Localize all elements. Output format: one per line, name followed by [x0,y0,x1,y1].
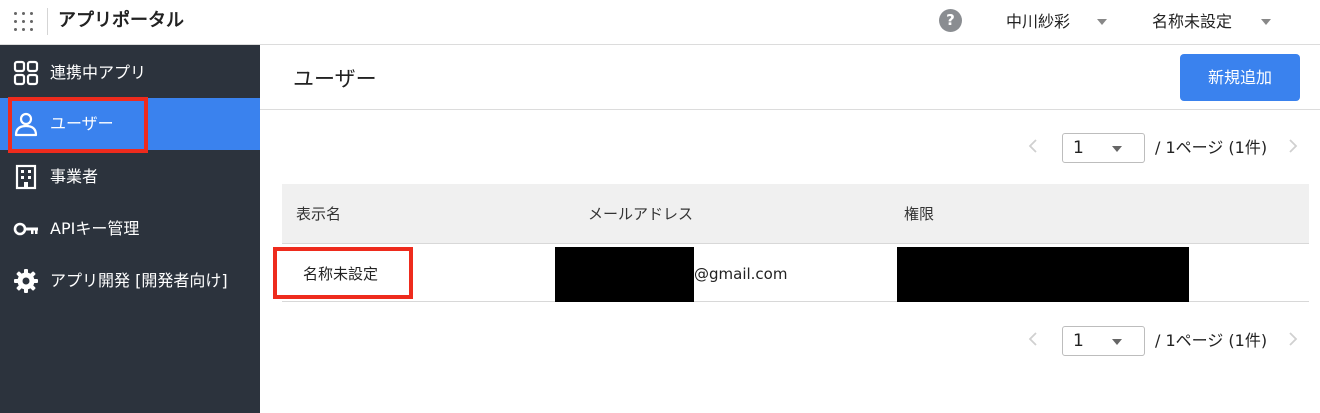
add-user-button[interactable]: 新規追加 [1180,54,1300,101]
org-menu-chevron-down-icon[interactable] [1261,19,1271,25]
pagination-top: 1 / 1ページ (1件) [1020,133,1320,163]
sidebar-item-label: 事業者 [50,167,99,186]
chevron-right-icon[interactable] [1288,138,1298,154]
table-row[interactable]: 名称未設定 @gmail.com [282,244,1309,302]
page-select[interactable]: 1 [1062,326,1145,356]
redacted-role [897,247,1189,302]
topbar-divider [47,8,48,35]
user-name: 中川紗彩 [1006,12,1071,31]
gear-icon [14,269,38,293]
org-menu[interactable]: 名称未設定 [1152,11,1232,33]
chevron-down-icon [1112,146,1122,152]
user-menu[interactable]: 中川紗彩 [1006,11,1070,33]
table-header: 表示名 メールアドレス 権限 [282,184,1309,244]
sidebar-item-label: 連携中アプリ [50,63,147,82]
page-select[interactable]: 1 [1062,133,1145,163]
page-header: ユーザー 新規追加 [260,45,1320,110]
sidebar: 連携中アプリ ユーザー 事業者 APIキー管理 アプリ開発 [開発者向け] [0,45,260,413]
highlight-box-users-nav [8,97,148,153]
chevron-left-icon[interactable] [1028,331,1038,347]
sidebar-item-label: APIキー管理 [50,219,140,238]
user-menu-chevron-down-icon[interactable] [1097,19,1107,25]
sidebar-item-label: アプリ開発 [開発者向け] [50,271,228,290]
building-icon [15,164,37,190]
highlight-box-display-name [273,247,413,299]
pagination-info: / 1ページ (1件) [1155,138,1268,157]
sidebar-item-business[interactable]: 事業者 [0,151,260,203]
page-title: ユーザー [293,67,377,91]
column-header-email: メールアドレス [588,205,694,223]
column-header-role: 権限 [904,205,935,223]
app-launcher-icon[interactable] [12,10,36,34]
pagination-bottom: 1 / 1ページ (1件) [1020,326,1320,356]
sidebar-item-app-dev[interactable]: アプリ開発 [開発者向け] [0,255,260,307]
sidebar-item-apps[interactable]: 連携中アプリ [0,47,260,99]
pagination-info: / 1ページ (1件) [1155,331,1268,350]
key-icon [13,222,38,236]
main-content: ユーザー 新規追加 1 / 1ページ (1件) 表示名 メールアドレス 権限 名… [260,45,1320,413]
sidebar-item-api-keys[interactable]: APIキー管理 [0,203,260,255]
redacted-email [555,247,694,302]
org-name: 名称未設定 [1152,12,1233,31]
help-icon[interactable]: ? [939,9,962,32]
cell-email-domain: @gmail.com [694,265,788,283]
column-header-display-name: 表示名 [296,205,342,223]
page-select-value: 1 [1073,331,1084,351]
chevron-right-icon[interactable] [1288,331,1298,347]
chevron-left-icon[interactable] [1028,138,1038,154]
chevron-down-icon [1112,339,1122,345]
top-bar: アプリポータル ? 中川紗彩 名称未設定 [0,0,1320,45]
app-title: アプリポータル [58,10,184,31]
apps-grid-icon [13,60,39,86]
page-select-value: 1 [1073,138,1084,158]
